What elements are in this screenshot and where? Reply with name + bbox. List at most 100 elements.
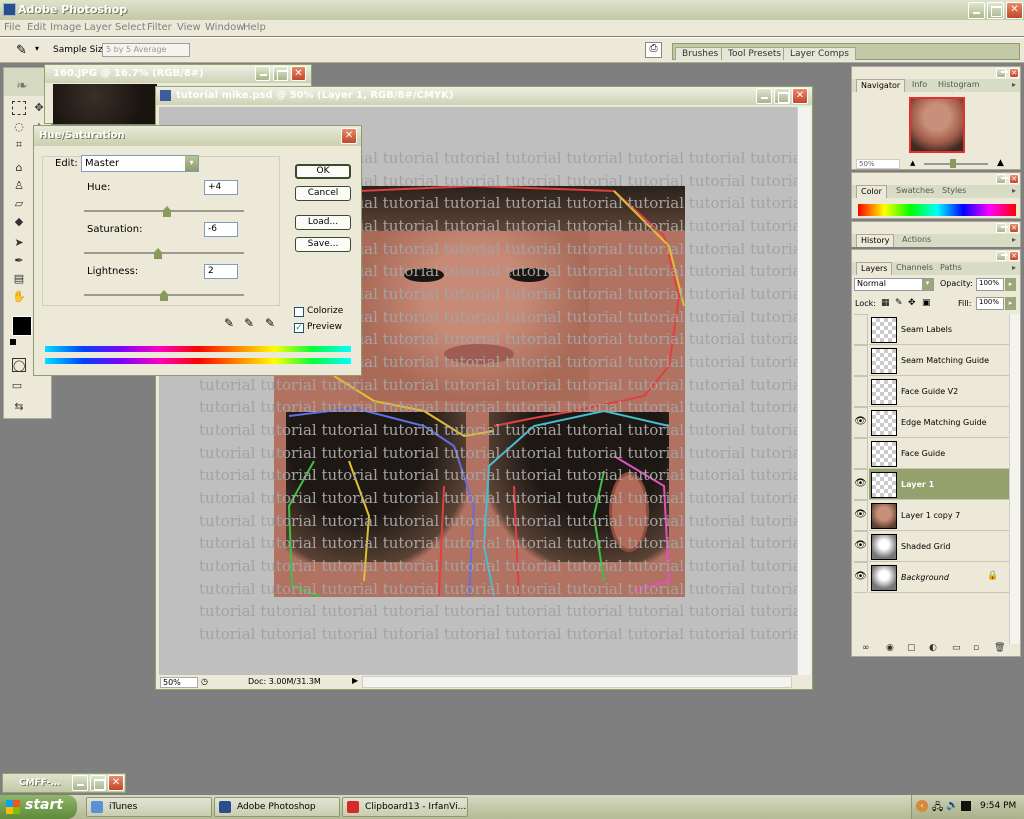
foreground-color-swatch[interactable]	[12, 316, 32, 336]
horizontal-scrollbar[interactable]	[362, 676, 792, 688]
navigator-thumbnail[interactable]	[909, 97, 965, 153]
panel-menu-arrow-icon[interactable]: ▸	[1008, 234, 1020, 247]
vertical-scrollbar[interactable]	[797, 107, 811, 675]
lasso-tool-icon[interactable]: ◌	[12, 120, 26, 134]
sample-size-select[interactable]: 5 by 5 Average	[102, 43, 190, 57]
notes-tool-icon[interactable]: ▤	[12, 272, 26, 286]
maximize-button[interactable]	[987, 2, 1004, 19]
tray-expand-icon[interactable]: ‹	[916, 800, 928, 812]
layer-row[interactable]: Seam Matching Guide	[869, 345, 1009, 376]
color-minimize-button[interactable]	[996, 174, 1008, 184]
hue-saturation-dialog[interactable]: Hue/Saturation ✕ Edit: Master ▾ Hue: +4 …	[33, 125, 362, 376]
layer-visibility-toggle[interactable]	[854, 376, 868, 407]
hand-tool-icon[interactable]: ✋	[12, 290, 26, 304]
saturation-slider-track[interactable]	[84, 252, 244, 254]
marquee-tool-icon[interactable]	[12, 101, 26, 115]
layer-row[interactable]: Face Guide	[869, 438, 1009, 469]
status-zoom[interactable]: 50%	[160, 677, 198, 688]
fill-input[interactable]: 100%	[976, 297, 1004, 310]
menu-view[interactable]: View	[177, 22, 201, 33]
lock-image-icon[interactable]: ✎	[895, 298, 903, 308]
opacity-arrow-icon[interactable]: ▸	[1005, 278, 1016, 291]
navigator-close-button[interactable]: ✕	[1009, 68, 1019, 78]
minimized-close-button[interactable]: ✕	[108, 775, 124, 791]
menu-file[interactable]: File	[4, 22, 21, 33]
panel-menu-arrow-icon[interactable]: ▸	[1008, 79, 1020, 92]
eyedropper-subtract-icon[interactable]: ✎	[265, 316, 275, 330]
blur-tool-icon[interactable]: ◆	[12, 215, 26, 229]
layers-close-button[interactable]: ✕	[1009, 251, 1019, 261]
saturation-value-input[interactable]: -6	[204, 222, 238, 237]
eye-icon[interactable]: 👁	[854, 407, 868, 438]
eye-icon[interactable]: 👁	[854, 469, 868, 500]
doc-minimize-button[interactable]	[756, 88, 772, 104]
quick-mask-icon[interactable]: ◯	[12, 358, 26, 372]
minimized-restore-button[interactable]	[72, 775, 88, 791]
menu-filter[interactable]: Filter	[147, 22, 172, 33]
layer-row[interactable]: Seam Labels	[869, 314, 1009, 345]
layer-mask-icon[interactable]: ▢	[907, 643, 916, 653]
tab-histogram[interactable]: Histogram	[934, 79, 984, 92]
tool-preset-chevron-icon[interactable]: ▾	[35, 44, 39, 53]
minimize-button[interactable]	[968, 2, 985, 19]
eye-icon[interactable]: 👁	[854, 531, 868, 562]
tray-app-icon[interactable]	[961, 801, 971, 811]
layer-visibility-toggle[interactable]	[854, 345, 868, 376]
tab-styles[interactable]: Styles	[938, 185, 970, 198]
delete-layer-icon[interactable]: 🗑	[994, 643, 1005, 653]
tab-swatches[interactable]: Swatches	[892, 185, 938, 198]
eye-icon[interactable]: 👁	[854, 562, 868, 593]
doc-back-minimize-button[interactable]	[255, 66, 270, 81]
eraser-tool-icon[interactable]: ▱	[12, 197, 26, 211]
new-group-icon[interactable]: ▭	[952, 643, 961, 653]
layer-visibility-toggle[interactable]	[854, 314, 868, 345]
link-layers-icon[interactable]: ∞	[862, 643, 870, 653]
minimized-maximize-button[interactable]	[90, 775, 106, 791]
layer-row[interactable]: Shaded Grid	[869, 531, 1009, 562]
tab-channels[interactable]: Channels	[892, 262, 937, 275]
tab-tool-presets[interactable]: Tool Presets	[721, 47, 789, 60]
layer-row[interactable]: Background 🔒	[869, 562, 1009, 593]
menu-layer[interactable]: Layer	[84, 22, 112, 33]
eyedropper-add-icon[interactable]: ✎	[244, 316, 254, 330]
status-menu-arrow-icon[interactable]: ▶	[352, 676, 358, 685]
layer-visibility-toggle[interactable]	[854, 438, 868, 469]
blend-mode-chevron-icon[interactable]: ▾	[922, 279, 933, 290]
layer-style-icon[interactable]: ◉	[886, 643, 894, 653]
ok-button[interactable]: OK	[295, 164, 351, 179]
taskbar-item-irfanview[interactable]: Clipboard13 - IrfanVi...	[342, 797, 468, 817]
doc-close-button[interactable]: ✕	[792, 88, 808, 104]
start-button[interactable]: start	[0, 795, 77, 819]
layers-scrollbar[interactable]	[1009, 314, 1020, 644]
clone-stamp-icon[interactable]: ♙	[12, 179, 26, 193]
network-icon[interactable]: 🖧	[932, 800, 943, 817]
tab-color[interactable]: Color	[856, 185, 887, 198]
menu-edit[interactable]: Edit	[27, 22, 46, 33]
taskbar-item-itunes[interactable]: iTunes	[86, 797, 212, 817]
tab-layers[interactable]: Layers	[856, 262, 893, 275]
color-spectrum-ramp[interactable]	[858, 204, 1016, 216]
path-selection-icon[interactable]: ➤	[12, 236, 26, 250]
doc-back-maximize-button[interactable]	[273, 66, 288, 81]
eye-icon[interactable]: 👁	[854, 500, 868, 531]
panel-menu-arrow-icon[interactable]: ▸	[1008, 185, 1020, 198]
layers-minimize-button[interactable]	[996, 251, 1008, 261]
lightness-value-input[interactable]: 2	[204, 264, 238, 279]
lock-position-icon[interactable]: ✥	[908, 298, 916, 308]
menu-help[interactable]: Help	[243, 22, 266, 33]
menu-select[interactable]: Select	[115, 22, 146, 33]
edit-select[interactable]: Master	[81, 155, 199, 172]
panel-menu-arrow-icon[interactable]: ▸	[1008, 262, 1020, 275]
layer-row[interactable]: Face Guide V2	[869, 376, 1009, 407]
eyedropper-sample-icon[interactable]: ✎	[224, 316, 234, 330]
navigator-minimize-button[interactable]	[996, 68, 1008, 78]
tab-history[interactable]: History	[856, 234, 895, 247]
menu-window[interactable]: Window	[205, 22, 244, 33]
zoom-in-icon[interactable]: ▲	[997, 158, 1004, 168]
menu-image[interactable]: Image	[50, 22, 81, 33]
zoom-out-icon[interactable]: ▲	[910, 159, 915, 167]
layer-row[interactable]: Layer 1 copy 7	[869, 500, 1009, 531]
lock-all-icon[interactable]: ▣	[922, 298, 931, 308]
document-title-bar[interactable]: tutorial mike.psd @ 50% (Layer 1, RGB/8#…	[156, 87, 812, 105]
dialog-title-bar[interactable]: Hue/Saturation ✕	[34, 126, 361, 146]
